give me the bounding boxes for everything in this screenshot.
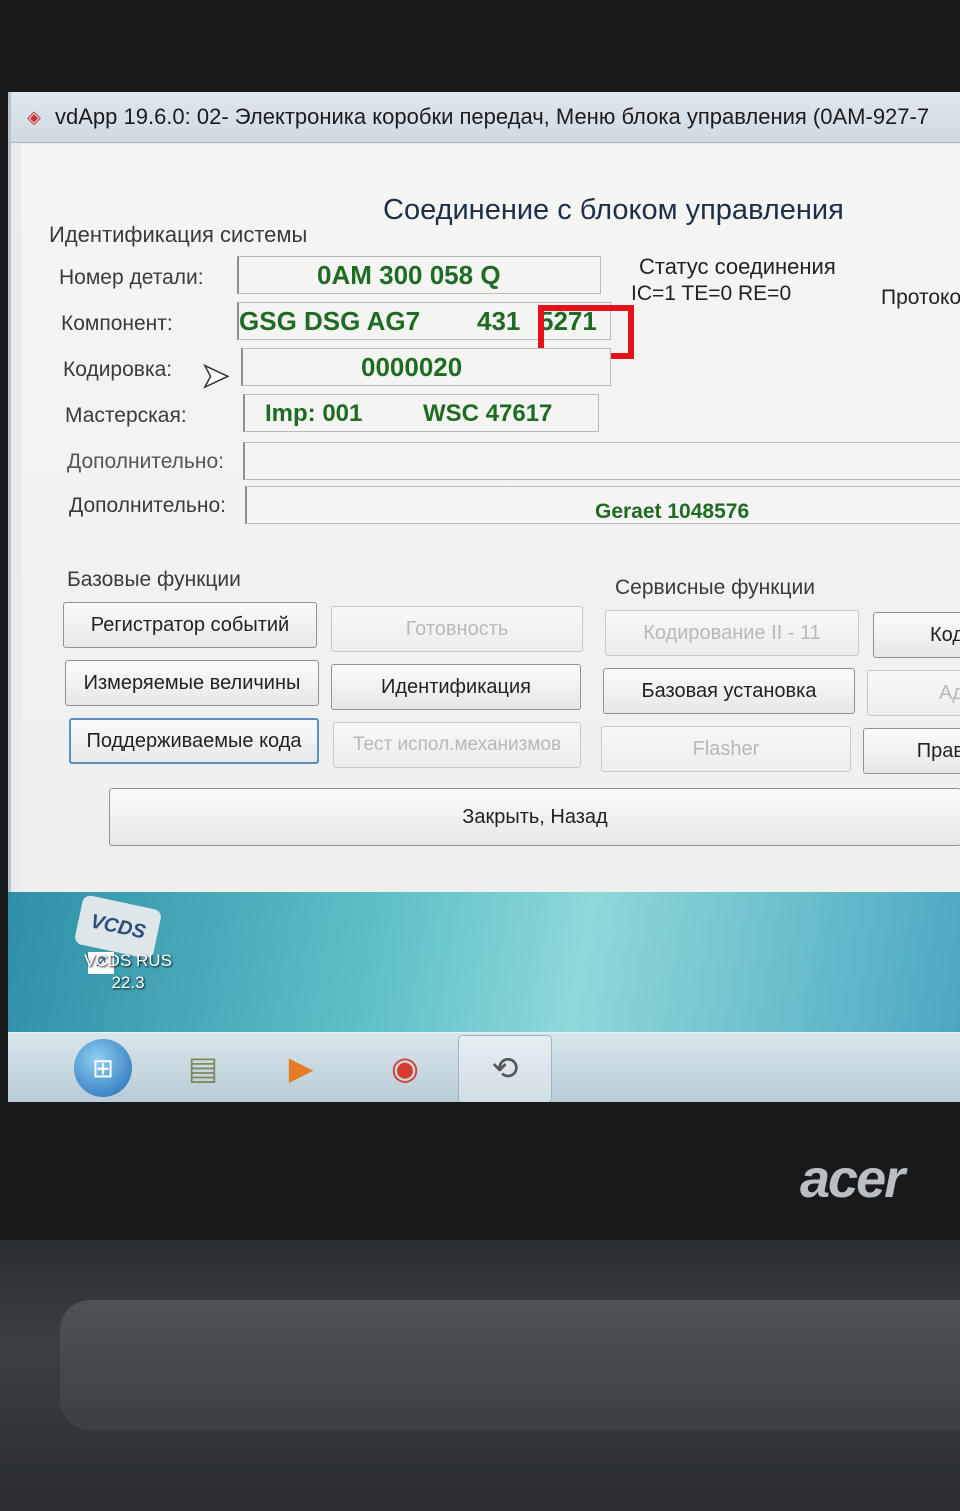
- control-module-panel: Идентификация системы Соединение с блоко…: [21, 144, 960, 892]
- taskbar: ⊞ ▤ ▶ ◉ ⟲: [8, 1032, 960, 1102]
- laptop-screen: ◈ vdApp 19.6.0: 02- Электроника коробки …: [8, 92, 960, 1102]
- page-heading: Соединение с блоком управления: [383, 194, 844, 226]
- measured-values-button[interactable]: Измеряемые величины: [65, 660, 319, 706]
- start-menu-icon[interactable]: ⊞: [74, 1039, 132, 1097]
- ident-section-label: Идентификация системы: [49, 222, 308, 247]
- identification-button[interactable]: Идентификация: [331, 664, 581, 710]
- connection-status-label: Статус соединения: [639, 254, 836, 279]
- vcds-icon-label[interactable]: VCDS RUS 22.3: [68, 950, 188, 994]
- basic-functions-title: Базовые функции: [67, 568, 241, 591]
- actuator-test-button[interactable]: Тест испол.механизмов: [333, 722, 581, 768]
- adaptation-button[interactable]: Ад: [867, 670, 960, 716]
- readiness-button[interactable]: Готовность: [331, 606, 583, 652]
- event-recorder-button[interactable]: Регистратор событий: [63, 602, 317, 648]
- media-player-icon[interactable]: ▶: [278, 1045, 324, 1091]
- protocol-label: Протоко: [881, 286, 960, 309]
- coding-value: 0000020: [361, 352, 463, 382]
- service-functions-title[interactable]: Сервисные функции: [615, 576, 815, 600]
- vcds-icon-label-line1: VCDS RUS: [84, 951, 172, 970]
- vcds-icon-label-line2: 22.3: [111, 973, 145, 992]
- coding-label: Кодировка:: [63, 358, 173, 381]
- workshop-label: Мастерская:: [65, 404, 187, 427]
- part-number-value: 0AM 300 058 Q: [317, 260, 501, 290]
- connection-status-values: IC=1 TE=0 RE=0: [631, 282, 792, 305]
- close-back-button[interactable]: Закрыть, Назад: [109, 788, 960, 846]
- vcds-app-icon[interactable]: ⟲: [482, 1045, 528, 1091]
- extra-info-label-1: Дополнительно:: [67, 450, 224, 473]
- extra-info-label-2: Дополнительно:: [69, 494, 226, 517]
- basic-settings-button[interactable]: Базовая установка: [603, 668, 855, 714]
- supported-codes-button[interactable]: Поддерживаемые кода: [69, 718, 319, 764]
- chrome-icon[interactable]: ◉: [382, 1045, 428, 1091]
- title-bar[interactable]: ◈ vdApp 19.6.0: 02- Электроника коробки …: [11, 92, 960, 143]
- laptop-brand-logo: acer: [800, 1149, 905, 1209]
- component-value: GSG DSG AG7: [239, 306, 421, 336]
- coding-button[interactable]: Код: [873, 612, 960, 658]
- component-version: 431: [477, 306, 521, 336]
- window-title: vdApp 19.6.0: 02- Электроника коробки пе…: [55, 104, 930, 129]
- workshop-importer: Imp: 001: [265, 400, 363, 427]
- access-rights-button[interactable]: Прав: [863, 728, 960, 774]
- app-icon: ◈: [27, 107, 41, 127]
- flasher-button[interactable]: Flasher: [601, 726, 851, 772]
- desktop-background: VCDS ↗ VCDS RUS 22.3: [8, 892, 960, 1032]
- file-explorer-icon[interactable]: ▤: [180, 1045, 226, 1091]
- coding-ii-button[interactable]: Кодирование II - 11: [605, 610, 859, 656]
- part-number-label: Номер детали:: [59, 266, 204, 289]
- laptop-hinge-bar: [60, 1300, 960, 1430]
- component-label: Компонент:: [61, 312, 173, 335]
- mouse-cursor-icon: ➤: [200, 356, 230, 396]
- workshop-wsc: WSC 47617: [423, 400, 553, 427]
- extra-info-value-2: Geraet 1048576: [595, 500, 750, 523]
- app-window: ◈ vdApp 19.6.0: 02- Электроника коробки …: [8, 92, 960, 892]
- extra-info-field-1: [243, 442, 960, 480]
